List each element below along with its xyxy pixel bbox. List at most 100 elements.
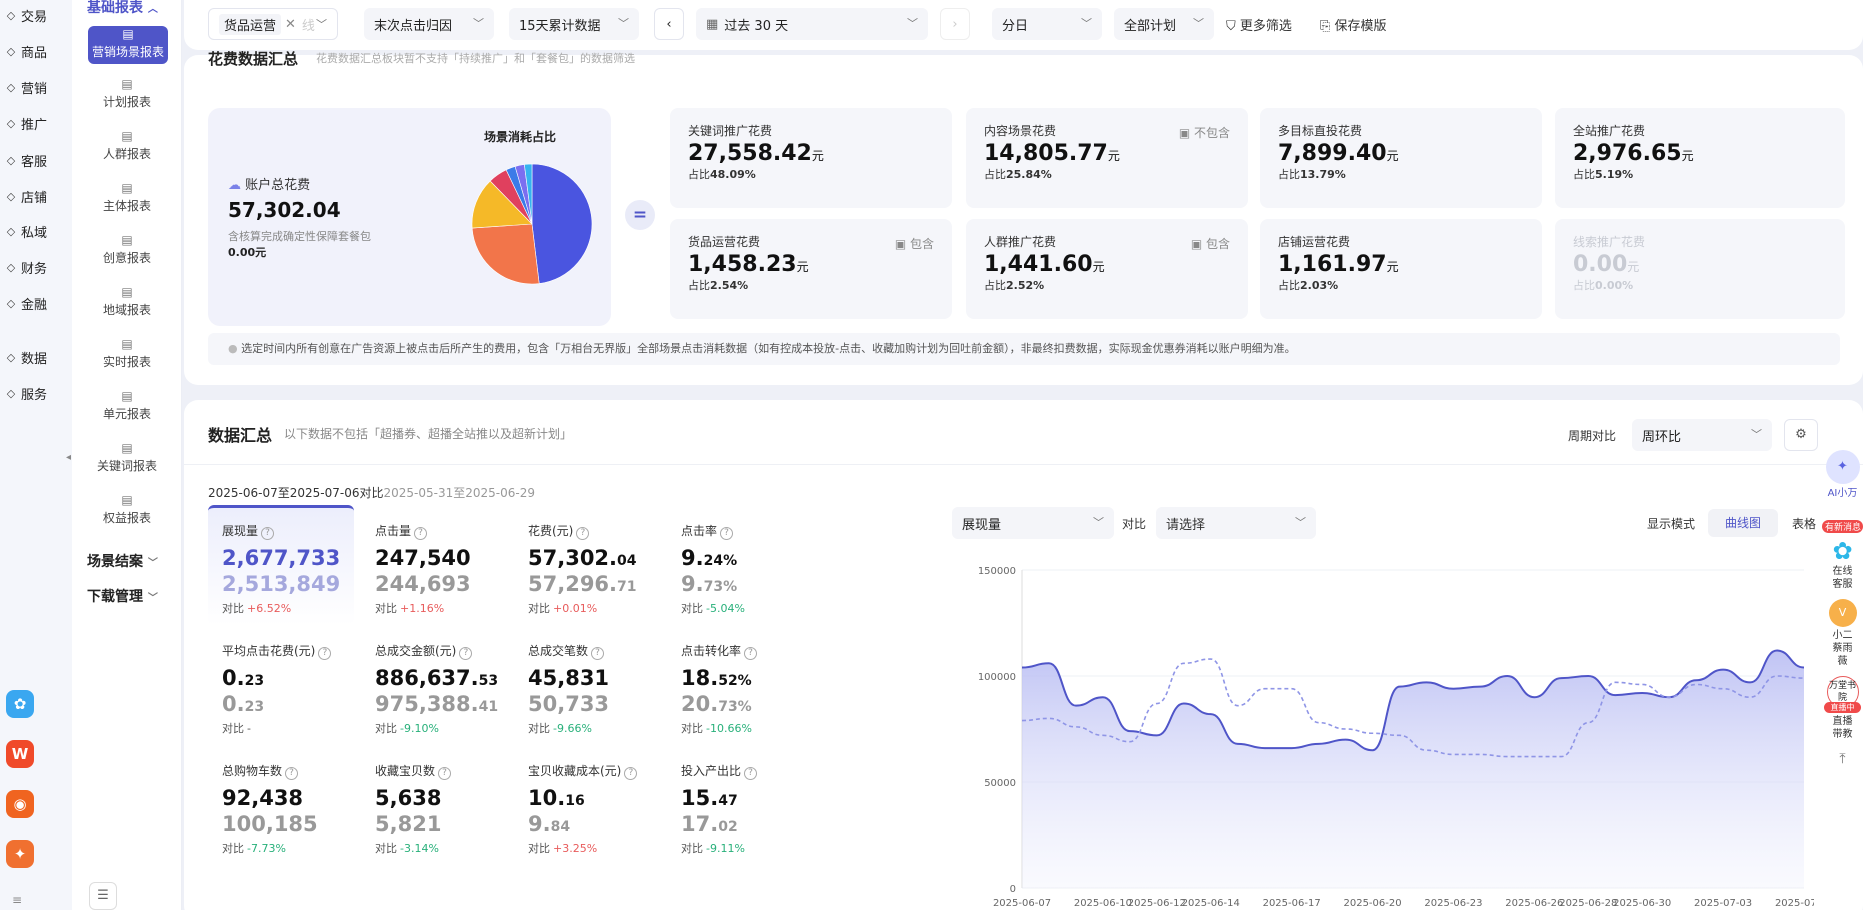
nav-group-basic-reports[interactable]: 基础报表 ︿ <box>87 0 158 17</box>
metric-card-10[interactable]: 宝贝收藏成本(元)? 10.16 9.84 对比 +3.25% <box>514 748 660 870</box>
helper-label[interactable]: 小二蔡雨薇 <box>1831 629 1855 668</box>
metric-card-2[interactable]: 花费(元)? 57,302.04 57,296.71 对比 +0.01% <box>514 508 660 630</box>
plan-select[interactable]: 全部计划 ﹀ <box>1114 8 1214 40</box>
metric-compare: 对比 +6.52% <box>222 600 340 616</box>
share-label: 占比 <box>1573 168 1595 181</box>
back-to-top-icon[interactable]: ⤒ <box>1822 751 1863 767</box>
chart-metric-value: 展现量 <box>962 517 1002 533</box>
mode-curve-tab[interactable]: 曲线图 <box>1708 509 1778 537</box>
pie-slice-0[interactable] <box>531 163 593 284</box>
pie-title: 场景消耗占比 <box>484 130 557 144</box>
metric-card-5[interactable]: 总成交金额(元)? 886,637.53 975,388.41 对比 -9.10% <box>361 628 507 750</box>
date-range-select[interactable]: ▦ 过去 30 天 ﹀ <box>696 8 928 40</box>
report-nav-item-5[interactable]: ▤ 地域报表 <box>72 286 182 318</box>
mode-table-tab[interactable]: 表格 <box>1792 515 1816 532</box>
metric-card-9[interactable]: 收藏宝贝数? 5,638 5,821 对比 -3.14% <box>361 748 507 870</box>
metric-card-4[interactable]: 平均点击花费(元)? 0.23 0.23 对比 - <box>208 628 354 750</box>
report-nav-item-8[interactable]: ▤ 关键词报表 <box>72 442 182 474</box>
nav-item-4[interactable]: ◇ 客服 <box>6 151 47 170</box>
collapse-handle-icon[interactable]: ◂ <box>66 452 71 463</box>
share-value: 48.09% <box>710 168 756 181</box>
help-icon[interactable]: ? <box>438 767 452 780</box>
settings-gear-icon[interactable]: ⚙ <box>1784 419 1818 451</box>
report-nav-item-0[interactable]: ▤ 营销场景报表 <box>88 26 168 64</box>
nav-item-label: 店铺 <box>21 191 48 206</box>
metric-int: 92,438 <box>222 786 304 810</box>
nav-item-5[interactable]: ◇ 店铺 <box>6 187 47 206</box>
metric-card-0[interactable]: 展现量? 2,677,733 2,513,849 对比 +6.52% <box>208 505 354 625</box>
app-chick-icon[interactable]: ✦ <box>6 840 34 868</box>
attribution-select[interactable]: 末次点击归因 ﹀ <box>364 8 494 40</box>
nav-group-download[interactable]: 下载管理 ﹀ <box>87 586 158 606</box>
nav-item-10[interactable]: ◇ 服务 <box>6 384 47 403</box>
live-label[interactable]: 直播带教 <box>1831 715 1855 741</box>
nav-item-3[interactable]: ◇ 推广 <box>6 114 47 133</box>
app-weibo-icon[interactable]: ◉ <box>6 790 34 818</box>
nav-item-7[interactable]: ◇ 财务 <box>6 258 47 277</box>
metric-card-11[interactable]: 投入产出比? 15.47 17.02 对比 -9.11% <box>667 748 813 870</box>
help-icon[interactable]: ? <box>459 647 473 660</box>
cost-card-amount: 1,458.23 <box>688 252 797 277</box>
chevron-down-icon: ﹀ <box>1751 428 1762 441</box>
metric-dec: 16 <box>565 793 585 809</box>
summary-note: 以下数据不包括「超播券、超播全站推以及超新计划」 <box>284 427 573 441</box>
help-icon[interactable]: ? <box>744 647 758 660</box>
next-period-button[interactable]: › <box>940 8 970 40</box>
report-nav-item-3[interactable]: ▤ 主体报表 <box>72 182 182 214</box>
report-nav-item-7[interactable]: ▤ 单元报表 <box>72 390 182 422</box>
report-nav-item-1[interactable]: ▤ 计划报表 <box>72 78 182 110</box>
nav-item-9[interactable]: ◇ 数据 <box>6 348 47 367</box>
metric-dec: 84 <box>550 819 571 835</box>
more-filter-button[interactable]: ⛉ 更多筛选 <box>1226 15 1292 34</box>
pie-slice-1[interactable] <box>471 223 540 285</box>
chip-close-icon[interactable]: ✕ <box>285 17 296 32</box>
nav-group-scene[interactable]: 场景结案 ﹀ <box>87 551 158 571</box>
help-icon[interactable]: ? <box>285 767 299 780</box>
metric-card-8[interactable]: 总购物车数? 92,438 100,185 对比 -7.73% <box>208 748 354 870</box>
nav-item-6[interactable]: ◇ 私域 <box>6 222 47 241</box>
prev-period-button[interactable]: ‹ <box>654 8 684 40</box>
report-nav-item-4[interactable]: ▤ 创意报表 <box>72 234 182 266</box>
metric-int: 9. <box>681 546 704 570</box>
granularity-select[interactable]: 分日 ﹀ <box>992 8 1102 40</box>
report-nav-item-6[interactable]: ▤ 实时报表 <box>72 338 182 370</box>
app-bird-icon[interactable]: ✿ <box>6 690 34 718</box>
report-doc-icon: ▤ <box>121 285 133 299</box>
online-service-label[interactable]: 在线客服 <box>1829 565 1857 591</box>
chart-compare-select[interactable]: 请选择 ﹀ <box>1156 507 1316 539</box>
report-nav-label: 实时报表 <box>102 355 151 369</box>
report-nav-item-9[interactable]: ▤ 权益报表 <box>72 494 182 526</box>
nav-item-label: 商品 <box>21 46 48 61</box>
metric-card-3[interactable]: 点击率? 9.24% 9.73% 对比 -5.04% <box>667 508 813 630</box>
chart-metric-select[interactable]: 展现量 ﹀ <box>952 507 1114 539</box>
help-icon[interactable]: ? <box>720 527 734 540</box>
help-icon[interactable]: ? <box>576 527 590 540</box>
nav-item-8[interactable]: ◇ 金融 <box>6 294 47 313</box>
app-w-icon[interactable]: W <box>6 740 34 768</box>
menu-icon[interactable]: ≡ <box>12 893 22 907</box>
compare-label: 对比 <box>222 842 244 855</box>
nav-item-0[interactable]: ◇ 交易 <box>6 6 47 25</box>
cost-card-unit: 元 <box>1681 149 1694 163</box>
help-icon[interactable]: ? <box>414 527 428 540</box>
online-service-icon[interactable]: ✿ <box>1822 537 1863 565</box>
metric-dec: 41 <box>478 699 499 715</box>
metric-card-6[interactable]: 总成交笔数? 45,831 50,733 对比 -9.66% <box>514 628 660 750</box>
period-compare-select[interactable]: 周环比 ﹀ <box>1632 419 1772 451</box>
save-template-button[interactable]: ⎘ 保存模版 <box>1320 15 1387 34</box>
window-select[interactable]: 15天累计数据 ﹀ <box>509 8 639 40</box>
report-nav-item-2[interactable]: ▤ 人群报表 <box>72 130 182 162</box>
help-icon[interactable]: ? <box>591 647 605 660</box>
nav-item-1[interactable]: ◇ 商品 <box>6 42 47 61</box>
metric-card-7[interactable]: 点击转化率? 18.52% 20.73% 对比 -10.66% <box>667 628 813 750</box>
help-icon[interactable]: ? <box>744 767 758 780</box>
help-icon[interactable]: ? <box>318 647 332 660</box>
help-icon[interactable]: ? <box>624 767 638 780</box>
metric-card-1[interactable]: 点击量? 247,540 244,693 对比 +1.16% <box>361 508 507 630</box>
compare-label: 对比 <box>375 602 397 615</box>
collapse-nav-icon[interactable]: ☰ <box>89 882 117 910</box>
scene-select[interactable]: 货品运营 ✕ 线 ﹀ <box>208 8 338 40</box>
nav-item-2[interactable]: ◇ 营销 <box>6 78 47 97</box>
help-icon[interactable]: ? <box>261 527 275 540</box>
helper-avatar-icon[interactable]: V <box>1828 599 1857 627</box>
